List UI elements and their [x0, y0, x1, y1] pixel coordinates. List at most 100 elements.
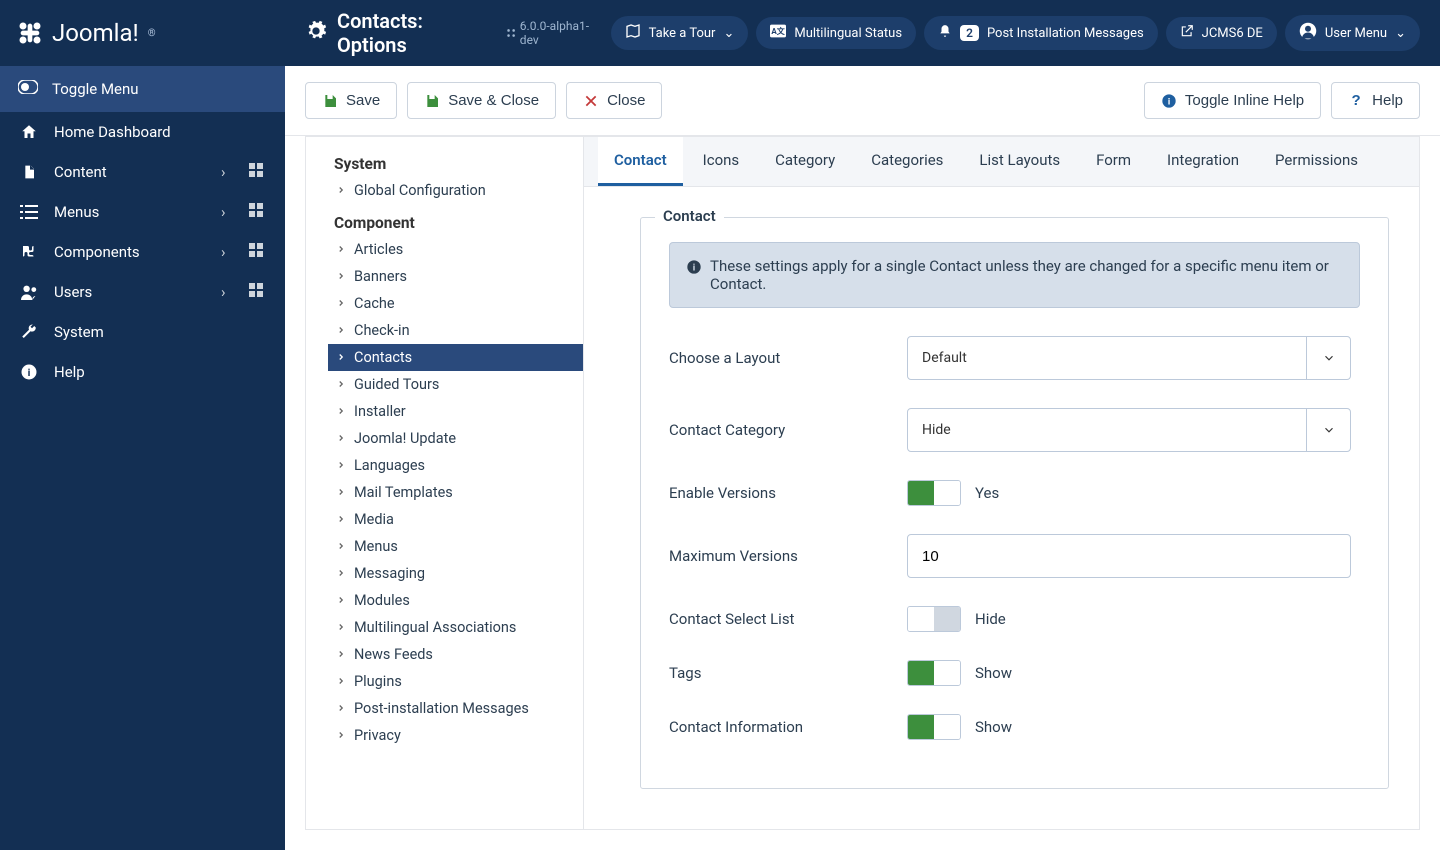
chevron-right-icon — [336, 322, 348, 339]
config-item[interactable]: Messaging — [334, 560, 583, 587]
help-button[interactable]: ? Help — [1331, 82, 1420, 119]
tab[interactable]: Form — [1080, 137, 1147, 186]
chevron-right-icon: › — [221, 203, 235, 221]
select-layout[interactable]: Default — [907, 336, 1351, 380]
chevron-right-icon — [336, 403, 348, 420]
post-install-button[interactable]: 2 Post Installation Messages — [924, 16, 1158, 50]
config-item[interactable]: Menus — [334, 533, 583, 560]
save-button[interactable]: Save — [305, 82, 397, 119]
chevron-right-icon — [336, 241, 348, 258]
topbar: Contacts: Options 6.0.0-alpha1-dev Take … — [285, 0, 1440, 66]
sidebar-item-components[interactable]: Components › — [0, 232, 285, 272]
chevron-right-icon — [336, 457, 348, 474]
tab[interactable]: Integration — [1151, 137, 1255, 186]
site-link-button[interactable]: JCMS6 DE — [1166, 17, 1277, 49]
close-button[interactable]: Close — [566, 82, 662, 119]
home-icon — [18, 123, 40, 141]
select-category[interactable]: Hide — [907, 408, 1351, 452]
tab[interactable]: Category — [759, 137, 851, 186]
label-layout: Choose a Layout — [669, 349, 907, 367]
svg-text:A文: A文 — [772, 26, 786, 36]
chevron-right-icon — [336, 484, 348, 501]
external-link-icon — [1180, 24, 1194, 42]
tab[interactable]: List Layouts — [963, 137, 1076, 186]
wrench-icon — [18, 323, 40, 341]
chevron-right-icon — [336, 182, 348, 199]
sidebar-item-users[interactable]: Users › — [0, 272, 285, 312]
dashboard-icon[interactable] — [249, 243, 267, 261]
chevron-right-icon — [336, 646, 348, 663]
chevron-right-icon — [336, 565, 348, 582]
fieldset-legend: Contact — [655, 207, 724, 225]
label-enable-versions: Enable Versions — [669, 484, 907, 502]
sidebar-item-help[interactable]: i Help — [0, 352, 285, 392]
config-item[interactable]: Mail Templates — [334, 479, 583, 506]
tab[interactable]: Contact — [598, 137, 683, 186]
config-item[interactable]: Plugins — [334, 668, 583, 695]
toggle-inline-help-button[interactable]: i Toggle Inline Help — [1144, 82, 1321, 119]
chevron-down-icon — [1306, 409, 1350, 451]
config-item[interactable]: Installer — [334, 398, 583, 425]
config-item[interactable]: Media — [334, 506, 583, 533]
users-icon — [18, 284, 40, 300]
take-tour-button[interactable]: Take a Tour ⌄ — [611, 16, 749, 50]
switch-contact-info[interactable] — [907, 714, 961, 740]
config-item[interactable]: Contacts — [328, 344, 583, 371]
switch-select-list[interactable] — [907, 606, 961, 632]
config-item[interactable]: Banners — [334, 263, 583, 290]
config-item[interactable]: News Feeds — [334, 641, 583, 668]
dashboard-icon[interactable] — [249, 203, 267, 221]
config-item[interactable]: Modules — [334, 587, 583, 614]
chevron-right-icon: › — [221, 283, 235, 301]
sidebar-item-content[interactable]: Content › — [0, 152, 285, 192]
toggle-icon — [18, 80, 38, 98]
chevron-right-icon — [336, 349, 348, 366]
save-close-button[interactable]: Save & Close — [407, 82, 556, 119]
label-tags: Tags — [669, 664, 907, 682]
svg-text:i: i — [693, 262, 695, 273]
chevron-right-icon: › — [221, 243, 235, 261]
dashboard-icon[interactable] — [249, 163, 267, 181]
label-category: Contact Category — [669, 421, 907, 439]
switch-enable-versions[interactable] — [907, 480, 961, 506]
puzzle-icon — [18, 243, 40, 261]
info-alert: i These settings apply for a single Cont… — [669, 242, 1360, 308]
config-item[interactable]: Privacy — [334, 722, 583, 749]
config-heading-component: Component — [334, 214, 583, 232]
tab[interactable]: Icons — [687, 137, 756, 186]
config-item[interactable]: Articles — [334, 236, 583, 263]
save-icon — [424, 93, 440, 109]
config-item[interactable]: Multilingual Associations — [334, 614, 583, 641]
config-item[interactable]: Guided Tours — [334, 371, 583, 398]
toggle-menu[interactable]: Toggle Menu — [0, 66, 285, 112]
chevron-right-icon — [336, 538, 348, 555]
tab[interactable]: Permissions — [1259, 137, 1374, 186]
config-item[interactable]: Check-in — [334, 317, 583, 344]
chevron-right-icon — [336, 376, 348, 393]
sidebar-item-menus[interactable]: Menus › — [0, 192, 285, 232]
joomla-logo-icon — [16, 19, 44, 47]
config-item[interactable]: Languages — [334, 452, 583, 479]
bell-icon — [938, 23, 952, 43]
chevron-down-icon: ⌄ — [1395, 26, 1406, 41]
user-menu-button[interactable]: User Menu ⌄ — [1285, 15, 1420, 51]
multilingual-button[interactable]: A文 Multilingual Status — [756, 17, 916, 49]
config-item[interactable]: Cache — [334, 290, 583, 317]
chevron-down-icon — [1306, 337, 1350, 379]
chevron-right-icon — [336, 511, 348, 528]
config-item[interactable]: Joomla! Update — [334, 425, 583, 452]
tab[interactable]: Categories — [855, 137, 959, 186]
gear-icon — [305, 20, 327, 47]
switch-tags[interactable] — [907, 660, 961, 686]
config-item[interactable]: Global Configuration — [334, 177, 583, 204]
input-max-versions[interactable] — [907, 534, 1351, 578]
file-icon — [18, 163, 40, 181]
chevron-right-icon — [336, 727, 348, 744]
sidebar-item-system[interactable]: System — [0, 312, 285, 352]
sidebar-item-home[interactable]: Home Dashboard — [0, 112, 285, 152]
label-max-versions: Maximum Versions — [669, 547, 907, 565]
user-icon — [1299, 22, 1317, 44]
brand[interactable]: Joomla!® — [0, 0, 285, 66]
config-item[interactable]: Post-installation Messages — [334, 695, 583, 722]
dashboard-icon[interactable] — [249, 283, 267, 301]
